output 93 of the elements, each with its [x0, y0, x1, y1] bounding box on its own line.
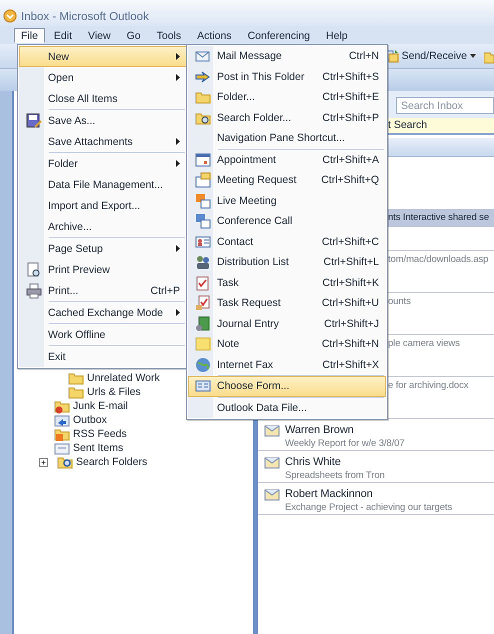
menu-bar-item[interactable]: Actions: [190, 28, 239, 42]
conference-icon: [195, 213, 211, 230]
menu-item[interactable]: Folder: [19, 153, 187, 174]
subject-text: nts Interactive shared se: [388, 212, 489, 223]
print-preview-icon: [26, 262, 42, 278]
menu-item[interactable]: Appointment Ctrl+Shift+A: [188, 150, 386, 170]
calendar-icon: [195, 152, 211, 168]
subject-text: Weekly Report for w/e 3/8/07: [284, 438, 405, 449]
menu-item[interactable]: Contact Ctrl+Shift+C: [188, 232, 386, 252]
menu-item[interactable]: New: [19, 46, 187, 67]
shortcut-text: Ctrl+N: [348, 50, 379, 62]
menu-item[interactable]: Task Ctrl+Shift+K: [188, 272, 386, 293]
menu-item[interactable]: Mail Message Ctrl+N: [188, 46, 386, 66]
menu-item[interactable]: Save As...: [19, 110, 187, 131]
menu-item[interactable]: Outlook Data File...: [188, 398, 386, 418]
subject-text: tom/mac/downloads.asp: [388, 254, 488, 265]
menu-bar-item[interactable]: Tools: [150, 28, 188, 42]
live-meeting-icon: [195, 192, 211, 209]
clipboard-icon: [195, 295, 211, 312]
menu-bar-item[interactable]: File: [14, 28, 45, 42]
shortcut-text: Ctrl+Shift+C: [322, 236, 379, 248]
menu-item[interactable]: Post in This Folder Ctrl+Shift+S: [188, 66, 386, 87]
form-icon: [195, 378, 211, 394]
shortcut-text: Ctrl+Shift+X: [322, 358, 379, 371]
save-as-icon: [26, 112, 42, 128]
menu-item[interactable]: Note Ctrl+Shift+N: [188, 334, 386, 354]
menu-item[interactable]: Print... Ctrl+P: [19, 280, 187, 301]
menu-item[interactable]: Print Preview: [19, 259, 187, 280]
contact-card-icon: [195, 234, 211, 250]
menu-bar-item[interactable]: Conferencing: [240, 28, 318, 42]
tree-item[interactable]: RSS Feeds: [73, 428, 127, 440]
expand-icon[interactable]: [39, 458, 48, 466]
tree-item[interactable]: Outbox: [73, 414, 107, 426]
note-icon: [195, 336, 211, 352]
group-icon: [195, 254, 211, 270]
post-icon: [195, 68, 211, 85]
journal-icon: [195, 316, 211, 332]
subject-text: Spreadsheets from Tron: [284, 470, 385, 481]
menu-bar-item[interactable]: Go: [120, 28, 148, 42]
shortcut-text: Ctrl+Shift+E: [322, 91, 379, 104]
clipboard-icon: [195, 274, 211, 291]
shortcut-text: Ctrl+Shift+N: [322, 338, 379, 350]
sender-text: Chris White: [285, 456, 341, 468]
menu-item[interactable]: Close All Items: [19, 88, 187, 109]
globe-icon: [195, 356, 211, 373]
menu-item[interactable]: Archive...: [19, 216, 187, 237]
message-row[interactable]: Robert Mackinnon Exchange Project - achieving our targets: [258, 483, 494, 515]
menu-item[interactable]: Cached Exchange Mode: [19, 302, 187, 323]
caret-icon: [470, 54, 476, 58]
menu-item[interactable]: Conference Call: [188, 211, 386, 232]
menu-bar-item[interactable]: Edit: [46, 28, 80, 42]
menu-item[interactable]: Folder... Ctrl+Shift+E: [188, 87, 386, 108]
meeting-icon: [195, 172, 211, 188]
menu-bar-item[interactable]: View: [81, 28, 118, 42]
shortcut-text: Ctrl+Shift+K: [322, 276, 379, 289]
shortcut-text: Ctrl+Shift+U: [322, 297, 379, 310]
tree-item[interactable]: Search Folders: [76, 456, 148, 468]
menu-bar-item[interactable]: Help: [319, 28, 355, 42]
menu-item[interactable]: Journal Entry Ctrl+Shift+J: [188, 314, 386, 334]
tree-item[interactable]: Urls & Files: [87, 386, 141, 398]
menu-item[interactable]: Distribution List Ctrl+Shift+L: [188, 252, 386, 272]
shortcut-text: Ctrl+Shift+Q: [321, 174, 379, 186]
shortcut-text: Ctrl+Shift+L: [324, 256, 379, 268]
menu-item[interactable]: Page Setup: [19, 238, 187, 259]
menu-item[interactable]: Task Request Ctrl+Shift+U: [188, 293, 386, 314]
shortcut-text: Ctrl+Shift+S: [322, 70, 379, 83]
menu-item[interactable]: Choose Form...: [188, 376, 386, 396]
menu-item[interactable]: Internet Fax Ctrl+Shift+X: [188, 354, 386, 375]
shortcut-text: Ctrl+Shift+A: [322, 154, 379, 166]
subject-text: Exchange Project - achieving our targets: [284, 502, 452, 513]
subject-text: ple camera views: [388, 338, 460, 349]
shortcut-text: Ctrl+Shift+J: [324, 318, 379, 330]
tree-item[interactable]: Sent Items: [73, 442, 124, 454]
menu-item[interactable]: Live Meeting: [188, 190, 386, 211]
search-field[interactable]: Search Inbox: [396, 97, 494, 114]
menu-item[interactable]: Import and Export...: [19, 195, 187, 216]
shortcut-text: Ctrl+P: [150, 284, 180, 296]
message-row[interactable]: Chris White Spreadsheets from Tron: [258, 451, 494, 483]
menu-item[interactable]: Save Attachments: [19, 131, 187, 152]
menu-item[interactable]: Meeting Request Ctrl+Shift+Q: [188, 170, 386, 190]
window-title: Inbox - Microsoft Outlook: [21, 11, 149, 23]
sender-text: Warren Brown: [285, 424, 354, 436]
menu-item[interactable]: Work Offline: [19, 324, 187, 345]
printer-icon: [26, 282, 42, 298]
menu-item[interactable]: Data File Management...: [19, 174, 187, 195]
app-icon: [3, 9, 17, 23]
sender-text: Robert Mackinnon: [285, 488, 373, 500]
tree-item[interactable]: Unrelated Work: [87, 372, 160, 384]
menu-item[interactable]: Open: [19, 67, 187, 88]
tree-item[interactable]: Junk E-mail: [73, 400, 128, 412]
subject-text: e for archiving.docx: [388, 380, 468, 391]
menu-item[interactable]: Exit: [19, 346, 187, 367]
subject-text: ounts: [388, 296, 411, 307]
